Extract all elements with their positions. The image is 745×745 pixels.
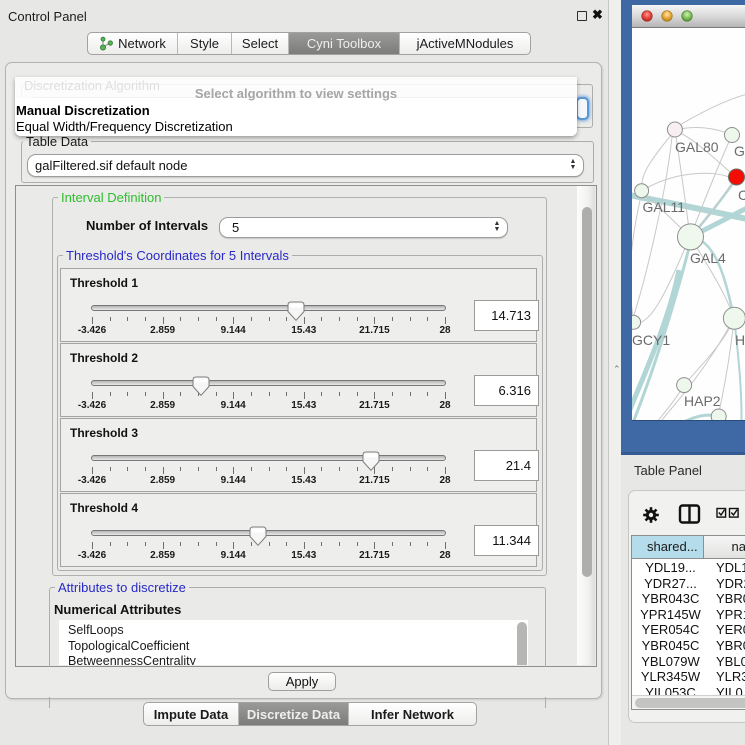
svg-text:GAL11: GAL11: [643, 199, 686, 215]
svg-text:GAL4: GAL4: [690, 250, 726, 266]
svg-text:H: H: [735, 332, 745, 348]
svg-text:HAP2: HAP2: [684, 393, 721, 409]
svg-text:GAL80: GAL80: [675, 139, 719, 155]
svg-text:C: C: [738, 187, 745, 203]
svg-text:GA: GA: [734, 143, 745, 159]
svg-text:GCY1: GCY1: [632, 332, 670, 348]
